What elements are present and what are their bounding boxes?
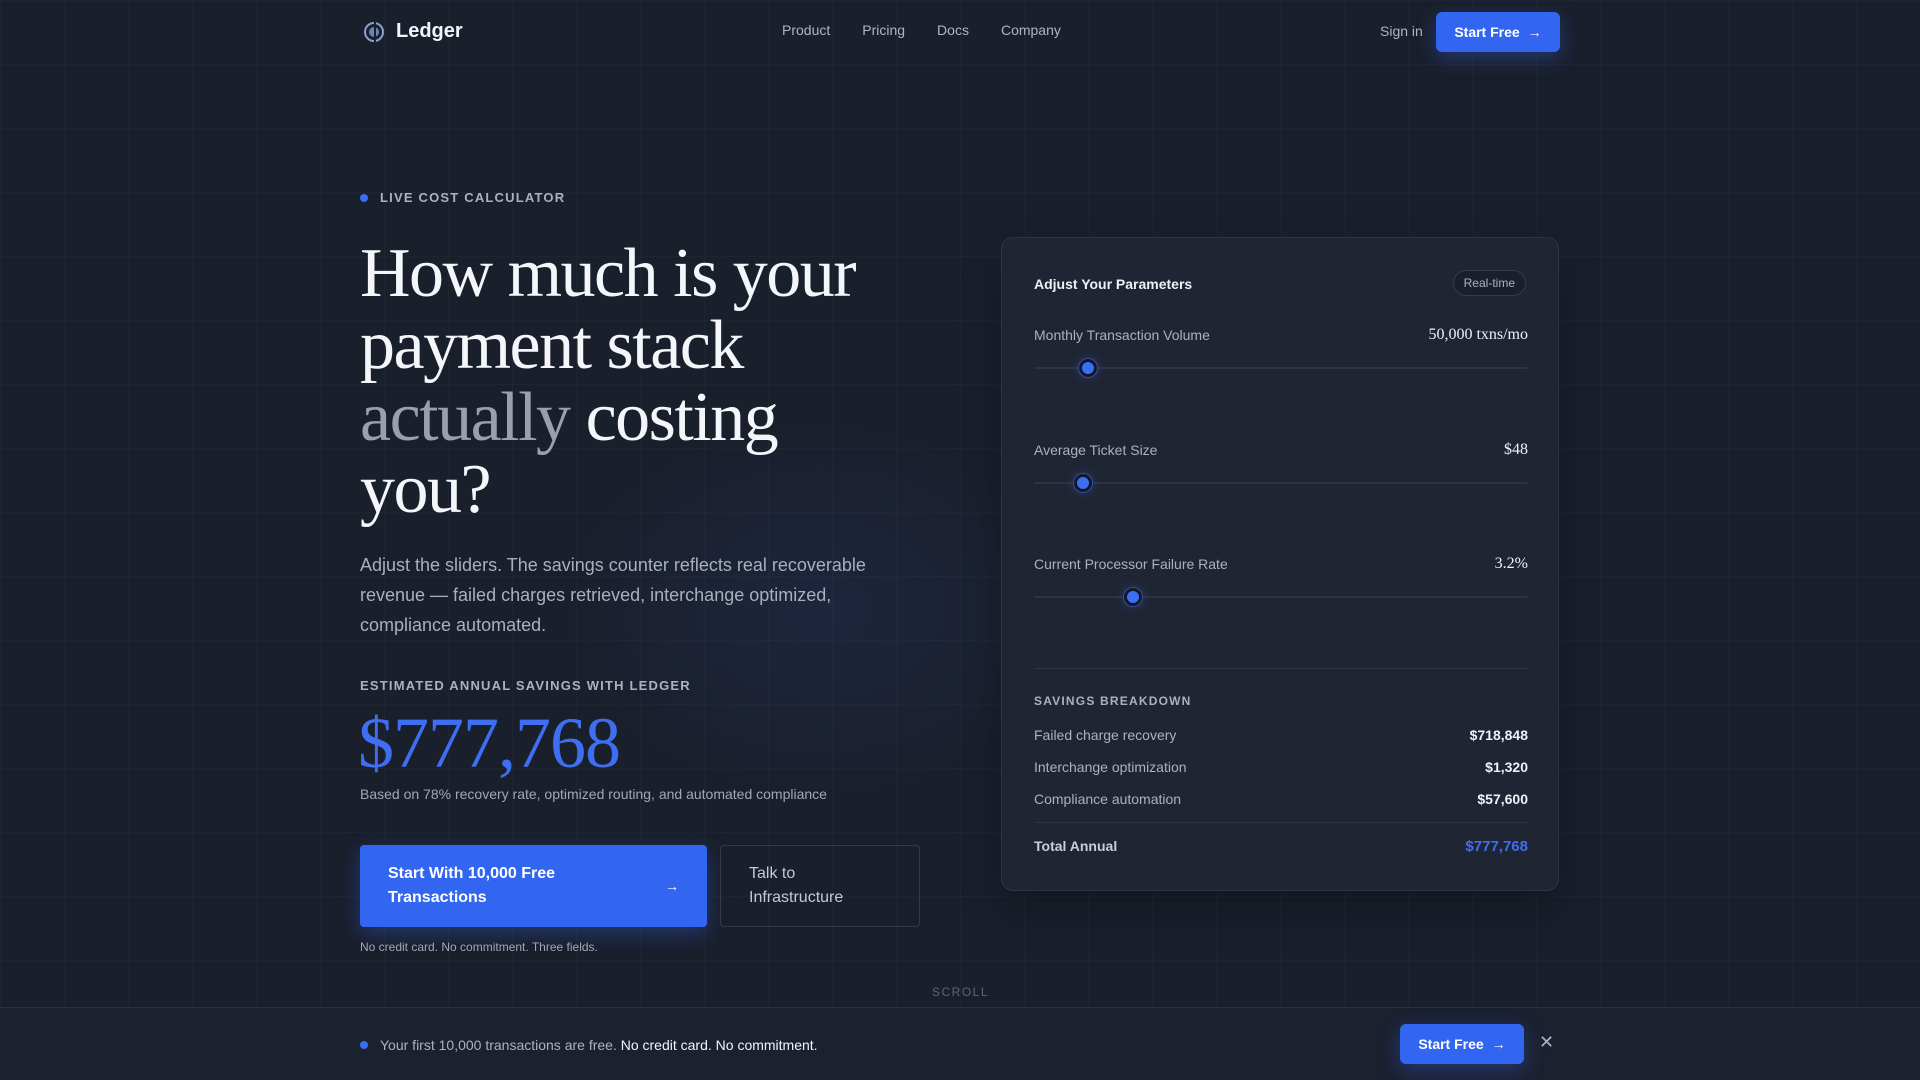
hero-headline: How much is your payment stack actually … xyxy=(360,238,900,526)
promo-text-strong: No credit card. No commitment. xyxy=(620,1037,818,1053)
eyebrow-text: LIVE COST CALCULATOR xyxy=(380,190,566,205)
total-row: Total Annual $777,768 xyxy=(1034,838,1528,855)
breakdown-value: $1,320 xyxy=(1485,759,1528,775)
hero-eyebrow: LIVE COST CALCULATOR xyxy=(360,190,565,205)
arrow-right-icon: → xyxy=(665,878,679,894)
start-free-transactions-button[interactable]: Start With 10,000 Free Transactions → xyxy=(360,845,707,927)
savings-note: Based on 78% recovery rate, optimized ro… xyxy=(360,786,827,802)
sign-in-link[interactable]: Sign in xyxy=(1380,23,1423,39)
promo-message: Your first 10,000 transactions are free.… xyxy=(360,1037,818,1053)
promo-bar: Your first 10,000 transactions are free.… xyxy=(0,1007,1920,1080)
promo-start-free-button[interactable]: Start Free → xyxy=(1400,1024,1524,1064)
nav-link-product[interactable]: Product xyxy=(782,22,830,38)
param-label: Current Processor Failure Rate xyxy=(1034,556,1228,572)
param-label: Average Ticket Size xyxy=(1034,442,1158,458)
transaction-volume-slider[interactable] xyxy=(1034,359,1528,377)
brand-logo[interactable]: Ledger xyxy=(364,20,463,43)
nav-links: Product Pricing Docs Company xyxy=(782,22,1061,38)
cta-fine-print: No credit card. No commitment. Three fie… xyxy=(360,940,598,954)
divider xyxy=(1034,822,1528,823)
slider-thumb[interactable] xyxy=(1079,359,1098,377)
total-value: $777,768 xyxy=(1465,838,1528,855)
calculator-card: Adjust Your Parameters Real-time Monthly… xyxy=(1001,237,1559,891)
promo-text: Your first 10,000 transactions are free. xyxy=(380,1037,617,1053)
breakdown-row: Compliance automation $57,600 xyxy=(1034,791,1528,807)
param-value: 3.2% xyxy=(1494,555,1528,572)
slider-thumb[interactable] xyxy=(1074,474,1093,492)
divider xyxy=(1034,668,1528,669)
eyebrow-dot-icon xyxy=(360,193,368,202)
nav-link-company[interactable]: Company xyxy=(1001,22,1061,38)
breakdown-title: SAVINGS BREAKDOWN xyxy=(1034,694,1192,708)
breakdown-value: $718,848 xyxy=(1469,727,1528,743)
talk-to-infrastructure-button[interactable]: Talk to Infrastructure xyxy=(720,845,920,927)
nav-start-free-button[interactable]: Start Free → xyxy=(1436,12,1560,52)
breakdown-label: Failed charge recovery xyxy=(1034,727,1177,743)
ticket-size-slider[interactable] xyxy=(1034,474,1528,492)
cta-primary-label: Start With 10,000 Free Transactions xyxy=(388,865,556,906)
close-icon[interactable]: ✕ xyxy=(1539,1032,1554,1053)
cta-secondary-label: Talk to Infrastructure xyxy=(749,865,844,906)
breakdown-label: Interchange optimization xyxy=(1034,759,1187,775)
top-nav: Ledger Product Pricing Docs Company Sign… xyxy=(0,0,1920,64)
failure-rate-slider[interactable] xyxy=(1034,588,1528,606)
brand-name: Ledger xyxy=(396,20,463,42)
headline-muted-word: actually xyxy=(360,379,571,456)
slider-thumb[interactable] xyxy=(1123,588,1142,606)
nav-start-free-label: Start Free xyxy=(1454,24,1520,40)
headline-part-1: How much is your payment stack xyxy=(360,235,857,384)
promo-start-free-label: Start Free xyxy=(1418,1036,1484,1052)
ledger-logo-icon xyxy=(364,21,384,42)
arrow-right-icon: → xyxy=(1491,1036,1506,1052)
breakdown-row: Interchange optimization $1,320 xyxy=(1034,759,1528,775)
realtime-badge: Real-time xyxy=(1452,270,1526,296)
nav-link-pricing[interactable]: Pricing xyxy=(862,22,905,38)
breakdown-label: Compliance automation xyxy=(1034,791,1182,807)
breakdown-value: $57,600 xyxy=(1477,791,1528,807)
param-value: $48 xyxy=(1504,441,1528,458)
scroll-hint: SCROLL xyxy=(932,985,990,999)
hero-subtitle: Adjust the sliders. The savings counter … xyxy=(360,555,866,635)
savings-value: $777,768 xyxy=(358,703,621,783)
calculator-title: Adjust Your Parameters xyxy=(1034,276,1193,292)
promo-dot-icon xyxy=(360,1041,368,1049)
total-label: Total Annual xyxy=(1034,838,1118,854)
nav-link-docs[interactable]: Docs xyxy=(937,22,969,38)
param-label: Monthly Transaction Volume xyxy=(1034,327,1210,343)
breakdown-row: Failed charge recovery $718,848 xyxy=(1034,727,1528,743)
arrow-right-icon: → xyxy=(1527,24,1542,40)
param-value: 50,000 txns/mo xyxy=(1428,326,1528,343)
savings-label: ESTIMATED ANNUAL SAVINGS WITH LEDGER xyxy=(360,678,691,693)
